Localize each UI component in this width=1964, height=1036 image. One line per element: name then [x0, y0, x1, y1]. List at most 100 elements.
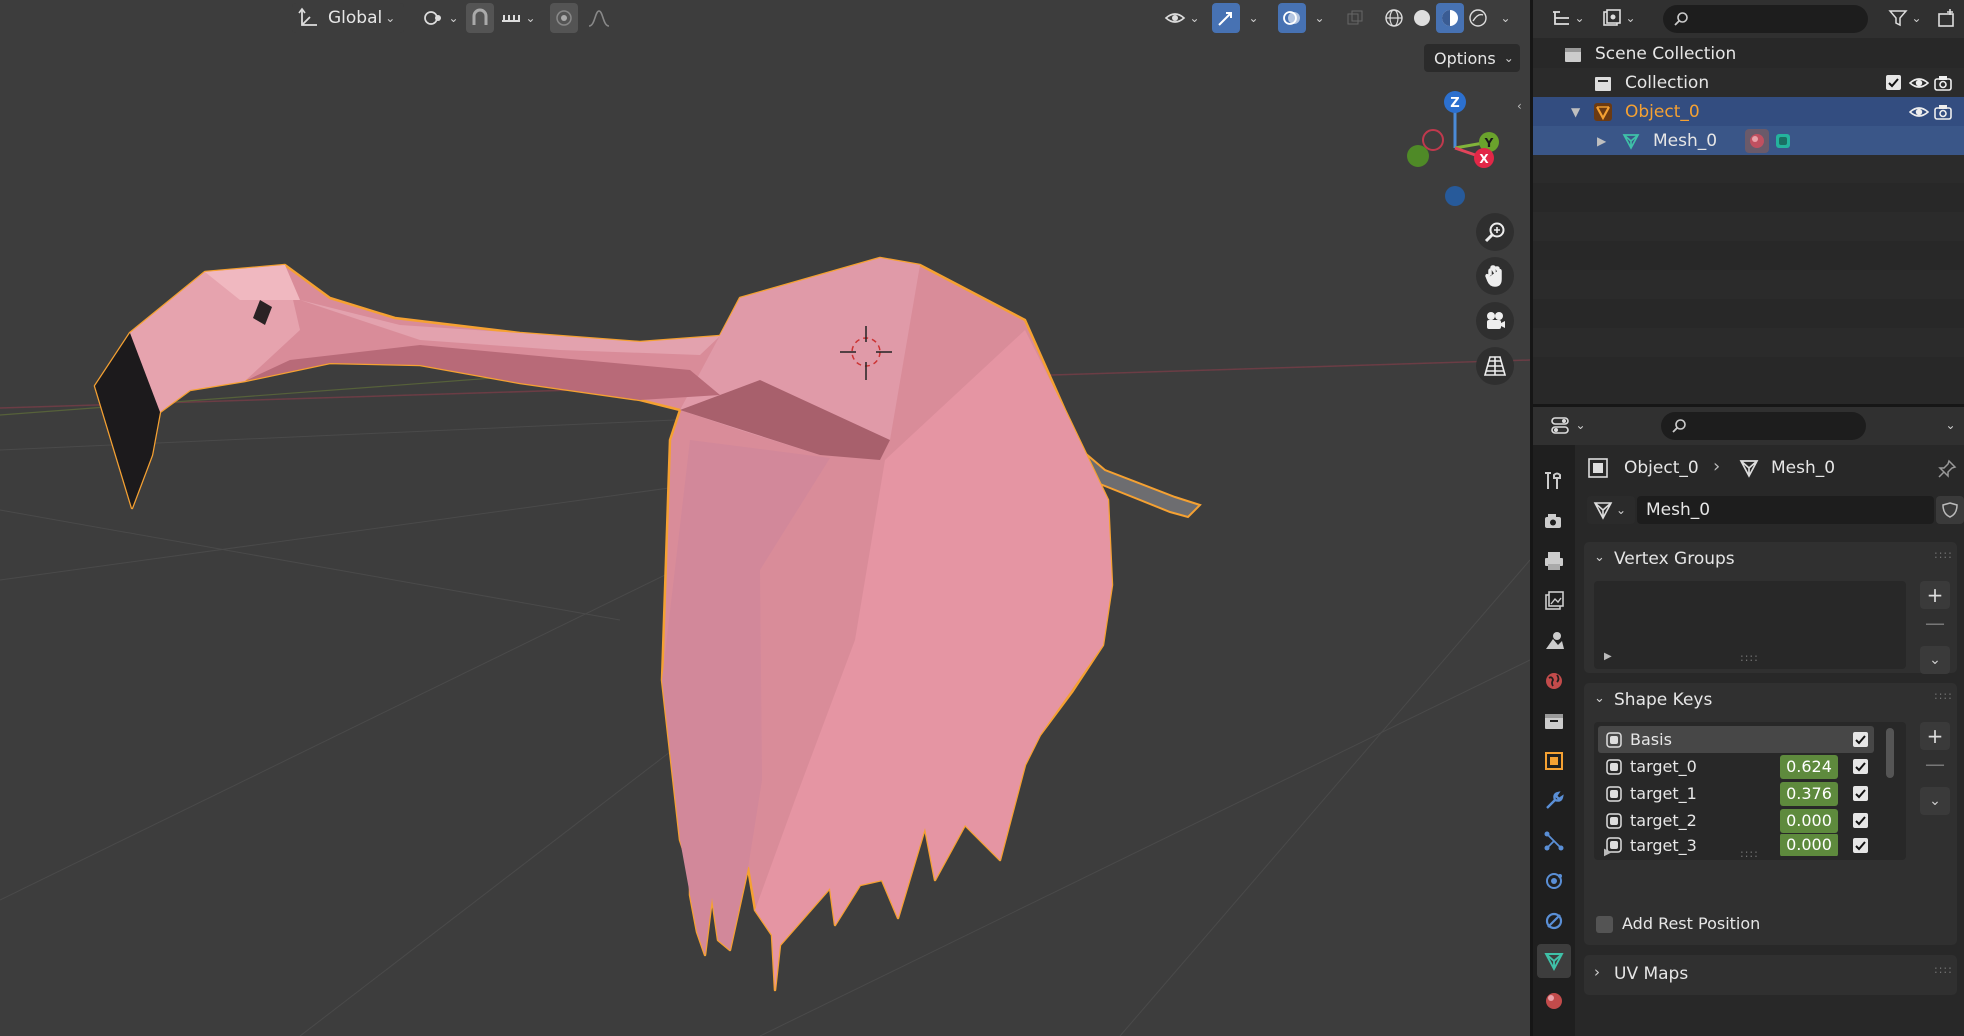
- add-rest-position-checkbox[interactable]: [1596, 916, 1613, 933]
- shape-key-mute-checkbox[interactable]: [1853, 732, 1868, 747]
- shape-key-value-field[interactable]: 0.376: [1780, 781, 1838, 806]
- expand-right-icon[interactable]: ▶: [1597, 134, 1606, 148]
- sidebar-collapse-icon[interactable]: ‹: [1517, 99, 1529, 115]
- options-dropdown[interactable]: Options ⌄: [1424, 44, 1520, 72]
- drag-handle-icon[interactable]: ::::: [1934, 548, 1953, 561]
- tab-output[interactable]: [1537, 544, 1571, 578]
- panel-collapse-icon[interactable]: ⌄: [1594, 550, 1605, 565]
- new-collection-button[interactable]: [1933, 3, 1961, 33]
- viewport-scene[interactable]: [0, 0, 1530, 1036]
- panel-title[interactable]: Shape Keys: [1614, 690, 1712, 710]
- list-resize-handle-icon[interactable]: ::::: [1740, 847, 1759, 860]
- shape-key-value-field[interactable]: 0.624: [1780, 754, 1838, 779]
- outliner-search-input[interactable]: [1663, 5, 1868, 33]
- add-shape-key-button[interactable]: +: [1920, 722, 1950, 750]
- pin-icon[interactable]: [1937, 459, 1957, 479]
- overlays-dropdown[interactable]: ⌄: [1308, 3, 1328, 33]
- shape-key-row[interactable]: target_3 0.000: [1598, 834, 1874, 856]
- shape-keys-icon[interactable]: [1773, 131, 1793, 151]
- material-preview-shading-button[interactable]: [1436, 3, 1464, 33]
- mesh-name-field[interactable]: Mesh_0: [1637, 496, 1934, 524]
- shape-key-mute-checkbox[interactable]: [1853, 838, 1868, 853]
- tab-constraints[interactable]: [1537, 904, 1571, 938]
- shape-key-value-field[interactable]: 0.000: [1780, 834, 1838, 856]
- pivot-point-dropdown[interactable]: ⌄: [418, 3, 464, 33]
- properties-options-dropdown[interactable]: ⌄: [1938, 410, 1960, 440]
- outliner-row-collection[interactable]: Collection: [1533, 68, 1964, 97]
- shading-dropdown[interactable]: ⌄: [1494, 3, 1514, 33]
- rendered-shading-button[interactable]: [1464, 3, 1492, 33]
- filter-dropdown[interactable]: ⌄: [1883, 3, 1927, 33]
- panel-expand-icon[interactable]: ›: [1594, 963, 1600, 981]
- shape-key-mute-checkbox[interactable]: [1853, 786, 1868, 801]
- remove-shape-key-button[interactable]: —: [1920, 750, 1950, 778]
- panel-collapse-icon[interactable]: ⌄: [1594, 691, 1605, 706]
- list-expand-icon[interactable]: ▶: [1604, 651, 1612, 662]
- fake-user-button[interactable]: [1936, 496, 1964, 524]
- wireframe-shading-button[interactable]: [1380, 3, 1408, 33]
- vertex-group-specials-button[interactable]: ⌄: [1920, 646, 1950, 674]
- shape-key-row[interactable]: target_2 0.000: [1598, 807, 1874, 834]
- drag-handle-icon[interactable]: ::::: [1934, 689, 1953, 702]
- editor-type-dropdown[interactable]: ⌄: [1547, 410, 1589, 440]
- tab-physics[interactable]: [1537, 864, 1571, 898]
- remove-vertex-group-button[interactable]: —: [1920, 609, 1950, 637]
- tab-modifiers[interactable]: [1537, 784, 1571, 818]
- outliner-row-mesh[interactable]: ▶ Mesh_0: [1533, 126, 1964, 155]
- list-scrollbar[interactable]: [1886, 728, 1894, 778]
- tab-particles[interactable]: [1537, 824, 1571, 858]
- shape-key-specials-button[interactable]: ⌄: [1920, 787, 1950, 815]
- material-icon[interactable]: [1745, 128, 1769, 153]
- eye-icon[interactable]: [1909, 73, 1929, 93]
- pan-button[interactable]: [1476, 257, 1514, 295]
- shape-key-mute-checkbox[interactable]: [1853, 813, 1868, 828]
- camera-render-icon[interactable]: [1933, 73, 1953, 93]
- shape-key-mute-checkbox[interactable]: [1853, 759, 1868, 774]
- solid-shading-button[interactable]: [1408, 3, 1436, 33]
- mesh-browse-dropdown[interactable]: ⌄: [1587, 496, 1635, 524]
- perspective-toggle-button[interactable]: [1476, 347, 1514, 385]
- shape-keys-list[interactable]: Basis target_0 0.624 target_1 0.376 targ…: [1594, 722, 1906, 860]
- tab-material[interactable]: [1537, 984, 1571, 1018]
- tab-render[interactable]: [1537, 504, 1571, 538]
- drag-handle-icon[interactable]: ::::: [1934, 963, 1953, 976]
- list-resize-handle-icon[interactable]: ::::: [1740, 651, 1759, 664]
- exclude-checkbox[interactable]: [1886, 75, 1901, 90]
- gizmo-toggle[interactable]: [1212, 3, 1240, 33]
- overlays-toggle[interactable]: [1278, 3, 1306, 33]
- tab-object[interactable]: [1537, 744, 1571, 778]
- tab-collection[interactable]: [1537, 704, 1571, 738]
- outliner-row-scene-collection[interactable]: Scene Collection: [1533, 39, 1964, 68]
- display-mode-dropdown[interactable]: ⌄: [1597, 3, 1641, 33]
- tab-view-layer[interactable]: [1537, 584, 1571, 618]
- snap-target-dropdown[interactable]: ⌄: [496, 3, 540, 33]
- expand-down-icon[interactable]: ▼: [1571, 105, 1580, 119]
- snap-toggle[interactable]: [466, 3, 494, 33]
- visibility-dropdown[interactable]: ⌄: [1160, 3, 1204, 33]
- properties-search-input[interactable]: [1661, 412, 1866, 440]
- panel-title[interactable]: Vertex Groups: [1614, 549, 1735, 569]
- tab-tool[interactable]: [1537, 464, 1571, 498]
- navigation-gizmo[interactable]: Z Y X: [1395, 86, 1517, 208]
- proportional-falloff-dropdown[interactable]: [582, 3, 616, 33]
- add-vertex-group-button[interactable]: +: [1920, 581, 1950, 609]
- flamingo-mesh[interactable]: [93, 256, 1202, 992]
- vertex-groups-list[interactable]: ▶ ::::: [1594, 581, 1906, 669]
- transform-orientation-dropdown[interactable]: Global ⌄: [292, 3, 404, 33]
- eye-icon[interactable]: [1909, 102, 1929, 122]
- editor-type-dropdown[interactable]: ⌄: [1547, 3, 1589, 33]
- shape-key-row[interactable]: Basis: [1598, 726, 1874, 753]
- proportional-editing-toggle[interactable]: [550, 3, 578, 33]
- list-expand-icon[interactable]: ▶: [1604, 847, 1612, 858]
- tab-scene[interactable]: [1537, 624, 1571, 658]
- tab-data[interactable]: [1537, 944, 1571, 978]
- camera-view-button[interactable]: [1476, 302, 1514, 340]
- camera-render-icon[interactable]: [1933, 102, 1953, 122]
- 3d-viewport[interactable]: Global ⌄ ⌄ ⌄ ⌄ ⌄ ⌄ ⌄ Options ⌄ ‹ Z Y X: [0, 0, 1530, 1036]
- outliner-row-object[interactable]: ▼ Object_0: [1533, 97, 1964, 126]
- tab-world[interactable]: [1537, 664, 1571, 698]
- shape-key-row[interactable]: target_0 0.624: [1598, 753, 1874, 780]
- shape-key-value-field[interactable]: 0.000: [1780, 808, 1838, 833]
- panel-title[interactable]: UV Maps: [1614, 964, 1688, 984]
- shape-key-row[interactable]: target_1 0.376: [1598, 780, 1874, 807]
